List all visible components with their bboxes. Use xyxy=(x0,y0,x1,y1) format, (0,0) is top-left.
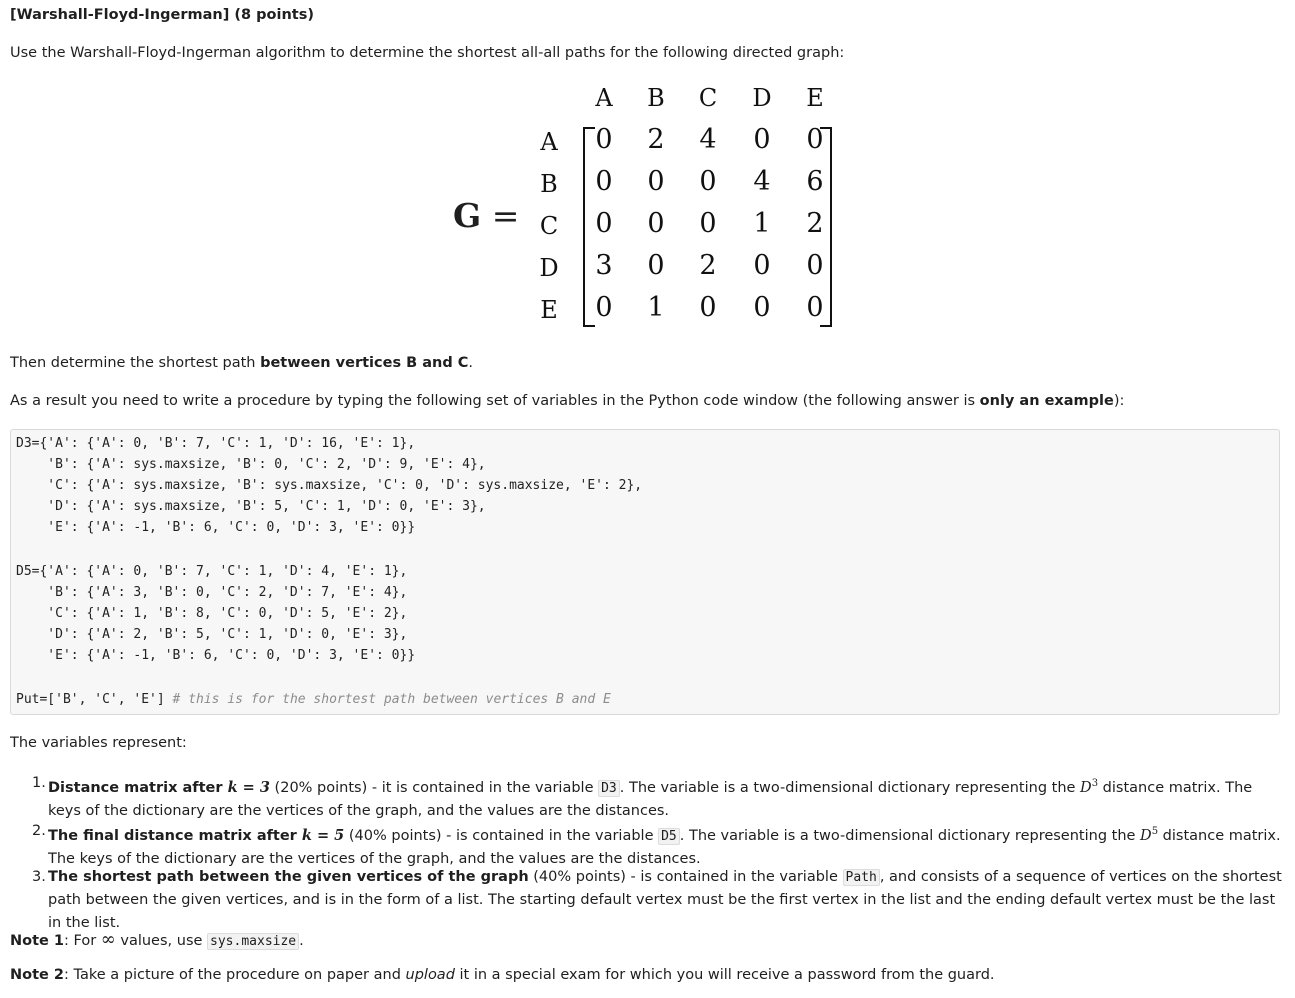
left-bracket xyxy=(583,127,595,327)
matrix-cell: 0 xyxy=(753,250,771,281)
matrix-cell: 0 xyxy=(647,250,665,281)
matrix-row-header: D xyxy=(539,254,559,282)
matrix-row-header: E xyxy=(540,296,558,324)
list-item: 1. Distance matrix after k = 3 (20% poin… xyxy=(32,775,1253,819)
matrix-cell: 0 xyxy=(699,292,717,323)
var-code: Path xyxy=(842,869,880,886)
intro-text: Use the Warshall-Floyd-Ingerman algorith… xyxy=(10,45,845,61)
matrix-cell: 1 xyxy=(647,292,665,323)
matrix-row-header: C xyxy=(539,212,559,240)
code-line: D3={'A': {'A': 0, 'B': 7, 'C': 1, 'D': 1… xyxy=(16,436,416,451)
note-2: Note 2: Take a picture of the procedure … xyxy=(10,967,995,983)
code-comment: # this is for the shortest path between … xyxy=(172,692,611,707)
matrix-label: G = xyxy=(453,196,520,235)
code-line: 'B': {'A': sys.maxsize, 'B': 0, 'C': 2, … xyxy=(16,457,486,472)
code-line: 'C': {'A': 1, 'B': 8, 'C': 0, 'D': 5, 'E… xyxy=(16,606,408,621)
matrix-cell: 2 xyxy=(647,124,665,155)
matrix-cell: 0 xyxy=(753,292,771,323)
infinity-symbol: ∞ xyxy=(100,929,116,950)
matrix-cell: 0 xyxy=(647,166,665,197)
matrix-col-header: C xyxy=(698,84,718,112)
var-code: sys.maxsize xyxy=(207,933,300,950)
var-code: D3 xyxy=(598,779,620,797)
matrix-col-header: E xyxy=(806,84,824,112)
matrix-cell: 0 xyxy=(699,208,717,239)
matrix-cell: 0 xyxy=(699,166,717,197)
code-line: 'B': {'A': 3, 'B': 0, 'C': 2, 'D': 7, 'E… xyxy=(16,585,408,600)
matrix-col-header: B xyxy=(647,84,665,112)
matrix-row-header: B xyxy=(540,170,558,198)
matrix-col-header: A xyxy=(595,84,613,112)
matrix-cell: 1 xyxy=(753,208,771,239)
code-line: 'E': {'A': -1, 'B': 6, 'C': 0, 'D': 3, '… xyxy=(16,648,416,663)
matrix-cell: 2 xyxy=(699,250,717,281)
code-line: 'C': {'A': sys.maxsize, 'B': sys.maxsize… xyxy=(16,478,643,493)
code-block: D3={'A': {'A': 0, 'B': 7, 'C': 1, 'D': 1… xyxy=(10,429,1280,715)
code-line: D5={'A': {'A': 0, 'B': 7, 'C': 1, 'D': 4… xyxy=(16,564,408,579)
note-1: Note 1: For ∞ values, use sys.maxsize. xyxy=(10,929,304,950)
page: [Warshall-Floyd-Ingerman] (8 points) Use… xyxy=(0,0,1295,998)
list-item: 2. The final distance matrix after k = 5… xyxy=(32,823,1281,867)
list-item: 3. The shortest path between the given v… xyxy=(32,869,1282,931)
matrix-row-header: A xyxy=(540,128,558,156)
variables-intro: The variables represent: xyxy=(10,735,187,751)
matrix-cell: 4 xyxy=(753,166,771,197)
matrix-cell: 0 xyxy=(753,124,771,155)
code-line: 'D': {'A': 2, 'B': 5, 'C': 1, 'D': 0, 'E… xyxy=(16,627,408,642)
matrix-col-header: D xyxy=(752,84,772,112)
code-line-put: Put=['B', 'C', 'E'] # this is for the sh… xyxy=(16,692,611,707)
result-text: As a result you need to write a procedur… xyxy=(10,393,1125,409)
var-code: D5 xyxy=(658,827,680,845)
then-text: Then determine the shortest path between… xyxy=(10,355,474,371)
matrix-cell: 4 xyxy=(699,124,717,155)
code-line: 'D': {'A': sys.maxsize, 'B': 5, 'C': 1, … xyxy=(16,499,486,514)
matrix-cell: 0 xyxy=(647,208,665,239)
question-title: [Warshall-Floyd-Ingerman] (8 points) xyxy=(10,7,314,23)
right-bracket xyxy=(820,127,832,327)
code-line: 'E': {'A': -1, 'B': 6, 'C': 0, 'D': 3, '… xyxy=(16,520,416,535)
